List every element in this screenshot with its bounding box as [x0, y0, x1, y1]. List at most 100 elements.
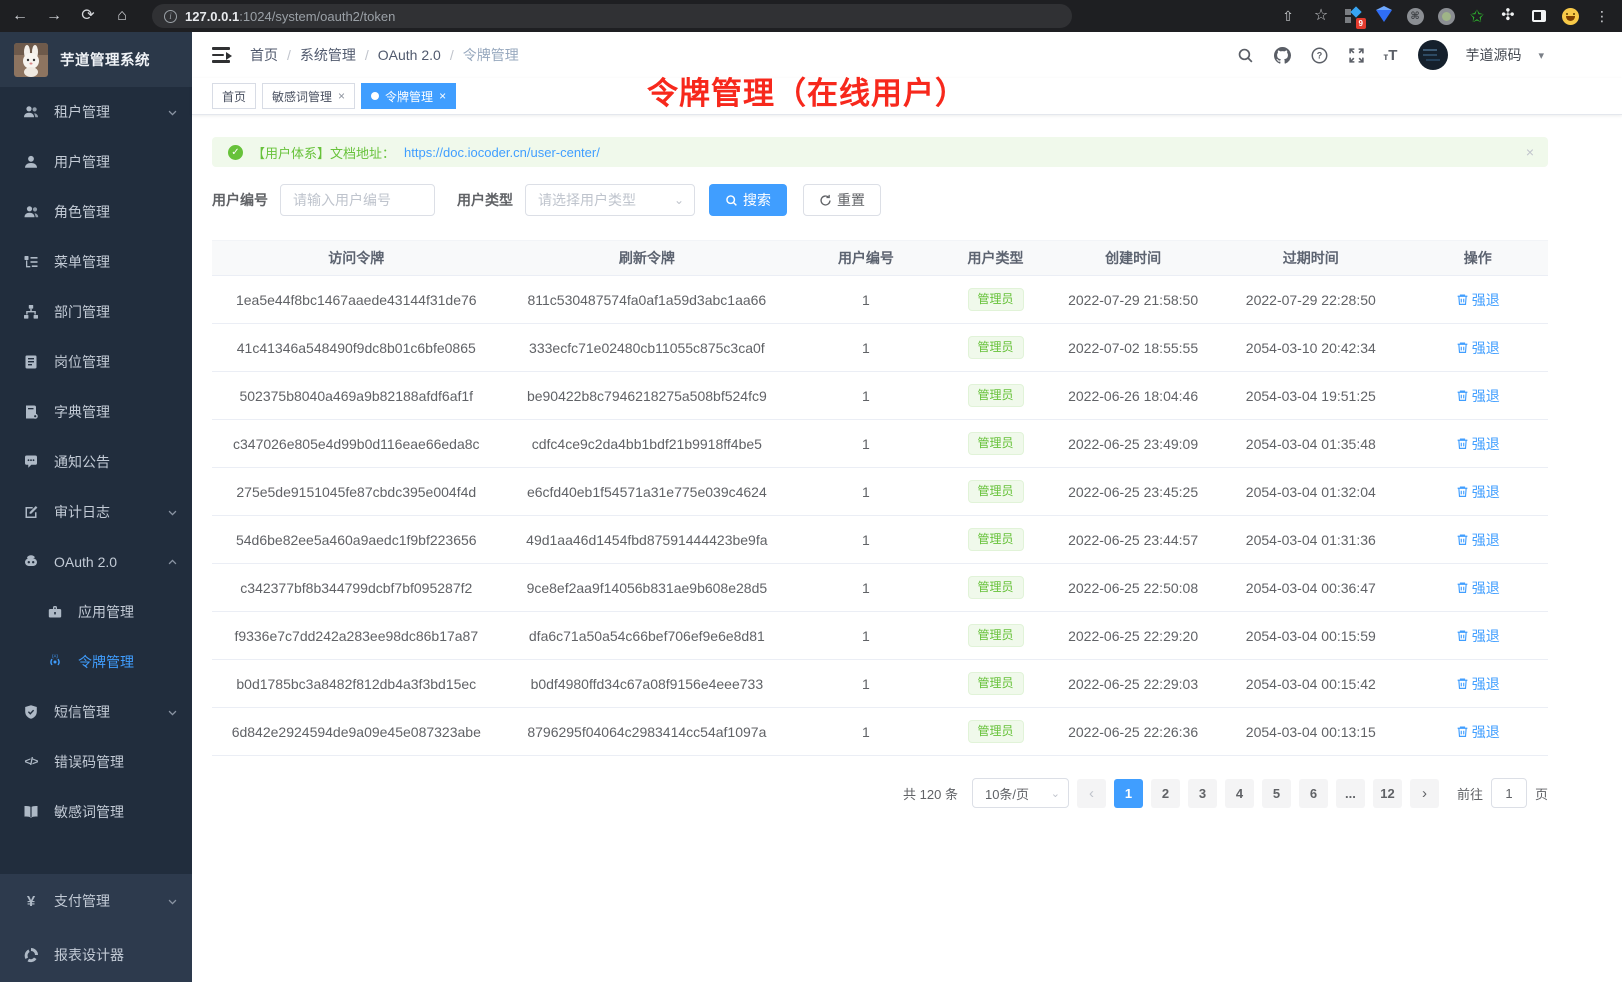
created-time: 2022-06-25 22:29:03	[1052, 676, 1214, 692]
sidebar-item-9[interactable]: OAuth 2.0	[0, 537, 192, 587]
address-bar[interactable]: i 127.0.0.1:1024/system/oauth2/token	[152, 4, 1072, 28]
url-text: 127.0.0.1:1024/system/oauth2/token	[185, 9, 395, 24]
gem-extension-icon[interactable]	[1375, 7, 1393, 25]
tab-2[interactable]: 令牌管理×	[361, 83, 456, 109]
sidebar-item-5[interactable]: 岗位管理	[0, 337, 192, 387]
page-button-1[interactable]: 1	[1114, 779, 1143, 808]
avatar[interactable]	[1418, 40, 1448, 70]
force-logout-button[interactable]: 强退	[1456, 626, 1500, 646]
page-button-12[interactable]: 12	[1373, 779, 1402, 808]
sidebar-collapse-icon[interactable]	[212, 47, 232, 63]
token-icon: (A)	[46, 653, 64, 671]
tab-0[interactable]: 首页	[212, 83, 256, 109]
bookmark-star-icon[interactable]: ☆	[1311, 8, 1331, 24]
breadcrumb-oauth[interactable]: OAuth 2.0	[378, 47, 441, 63]
forward-icon[interactable]: →	[44, 8, 64, 24]
expire-time: 2054-03-10 20:42:34	[1214, 340, 1408, 356]
close-icon[interactable]: ×	[338, 89, 345, 103]
breadcrumb-system[interactable]: 系统管理	[300, 45, 356, 65]
green-star-extension-icon[interactable]: ✩	[1468, 7, 1486, 25]
page-button-5[interactable]: 5	[1262, 779, 1291, 808]
sidebar-menu: 租户管理用户管理角色管理菜单管理部门管理岗位管理字典管理通知公告审计日志OAut…	[0, 87, 192, 874]
search-button[interactable]: 搜索	[709, 184, 787, 216]
recorder-extension-icon[interactable]	[1437, 7, 1455, 25]
close-icon[interactable]: ×	[439, 89, 446, 103]
panel-toggle-icon[interactable]	[1530, 7, 1548, 25]
force-logout-button[interactable]: 强退	[1456, 290, 1500, 310]
sidebar-item-1[interactable]: 报表设计器	[0, 928, 192, 982]
sidebar-item-12[interactable]: 短信管理	[0, 687, 192, 737]
dict-icon	[22, 403, 40, 421]
doc-alert: ✓ 【用户体系】文档地址： https://doc.iocoder.cn/use…	[212, 137, 1548, 167]
chevron-down-icon[interactable]: ▾	[1538, 49, 1544, 62]
trash-icon	[1456, 389, 1469, 402]
force-logout-button[interactable]: 强退	[1456, 386, 1500, 406]
home-icon[interactable]: ⌂	[112, 8, 132, 24]
app-logo-bar[interactable]: 芋道管理系统	[0, 32, 192, 87]
goto-page-input[interactable]	[1491, 778, 1527, 808]
doc-link[interactable]: https://doc.iocoder.cn/user-center/	[404, 145, 600, 160]
browser-menu-icon[interactable]: ⋮	[1592, 9, 1612, 23]
force-logout-button[interactable]: 强退	[1456, 482, 1500, 502]
svg-text:?: ?	[1317, 50, 1323, 60]
page-size-select[interactable]: 10条/页 ⌄	[972, 778, 1069, 808]
command-extension-icon[interactable]: ⌘	[1406, 7, 1424, 25]
user-type-select[interactable]: 请选择用户类型 ⌄	[525, 184, 695, 216]
back-icon[interactable]: ←	[10, 8, 30, 24]
user-name[interactable]: 芋道源码	[1465, 45, 1521, 65]
sidebar-item-6[interactable]: 字典管理	[0, 387, 192, 437]
table-body: 1ea5e44f8bc1467aaede43144f31de76811c5304…	[212, 276, 1548, 756]
expire-time: 2054-03-04 00:36:47	[1214, 580, 1408, 596]
pinwheel-extension-icon[interactable]: ✣	[1499, 7, 1517, 25]
sidebar-bottom-menu: ¥支付管理报表设计器	[0, 874, 192, 982]
user-id: 1	[793, 292, 939, 308]
site-info-icon[interactable]: i	[164, 10, 177, 23]
pager-ellipsis[interactable]: ...	[1336, 779, 1365, 808]
reload-icon[interactable]: ⟳	[78, 8, 98, 24]
sidebar-item-7[interactable]: 通知公告	[0, 437, 192, 487]
page-button-6[interactable]: 6	[1299, 779, 1328, 808]
pay-icon: ¥	[22, 892, 40, 910]
force-logout-button[interactable]: 强退	[1456, 722, 1500, 742]
sidebar-item-4[interactable]: 部门管理	[0, 287, 192, 337]
prev-page-button[interactable]: ‹	[1077, 779, 1106, 808]
github-icon[interactable]	[1272, 45, 1292, 65]
sidebar-item-10[interactable]: 应用管理	[0, 587, 192, 637]
page-button-4[interactable]: 4	[1225, 779, 1254, 808]
sidebar-item-1[interactable]: 用户管理	[0, 137, 192, 187]
app-icon	[46, 603, 64, 621]
force-logout-button[interactable]: 强退	[1456, 578, 1500, 598]
grid-extension-icon[interactable]: 9	[1344, 7, 1362, 25]
user-id-input[interactable]	[280, 184, 435, 216]
sidebar-item-2[interactable]: 角色管理	[0, 187, 192, 237]
page-button-2[interactable]: 2	[1151, 779, 1180, 808]
sidebar-item-14[interactable]: 敏感词管理	[0, 787, 192, 837]
help-icon[interactable]: ?	[1309, 45, 1329, 65]
refresh-token: e6cfd40eb1f54571a31e775e039c4624	[501, 484, 794, 500]
page-button-3[interactable]: 3	[1188, 779, 1217, 808]
force-logout-button[interactable]: 强退	[1456, 434, 1500, 454]
breadcrumb-home[interactable]: 首页	[250, 45, 278, 65]
font-size-icon[interactable]: тT	[1383, 47, 1397, 64]
expire-time: 2054-03-04 01:31:36	[1214, 532, 1408, 548]
user-id: 1	[793, 436, 939, 452]
share-icon[interactable]: ⇧	[1278, 9, 1298, 23]
emoji-extension-icon[interactable]	[1561, 7, 1579, 25]
refresh-token: 9ce8ef2aa9f14056b831ae9b608e28d5	[501, 580, 794, 596]
sidebar-item-13[interactable]: </>错误码管理	[0, 737, 192, 787]
alert-close-icon[interactable]: ×	[1526, 144, 1534, 160]
search-icon[interactable]	[1235, 45, 1255, 65]
sidebar-item-3[interactable]: 菜单管理	[0, 237, 192, 287]
next-page-button[interactable]: ›	[1410, 779, 1439, 808]
sidebar-item-0[interactable]: 租户管理	[0, 87, 192, 137]
user-type-placeholder: 请选择用户类型	[538, 190, 636, 210]
sidebar-item-11[interactable]: (A)令牌管理	[0, 637, 192, 687]
force-logout-button[interactable]: 强退	[1456, 530, 1500, 550]
tab-1[interactable]: 敏感词管理×	[262, 83, 355, 109]
fullscreen-icon[interactable]	[1346, 45, 1366, 65]
force-logout-button[interactable]: 强退	[1456, 338, 1500, 358]
sidebar-item-8[interactable]: 审计日志	[0, 487, 192, 537]
sidebar-item-0[interactable]: ¥支付管理	[0, 874, 192, 928]
force-logout-button[interactable]: 强退	[1456, 674, 1500, 694]
reset-button[interactable]: 重置	[803, 184, 881, 216]
